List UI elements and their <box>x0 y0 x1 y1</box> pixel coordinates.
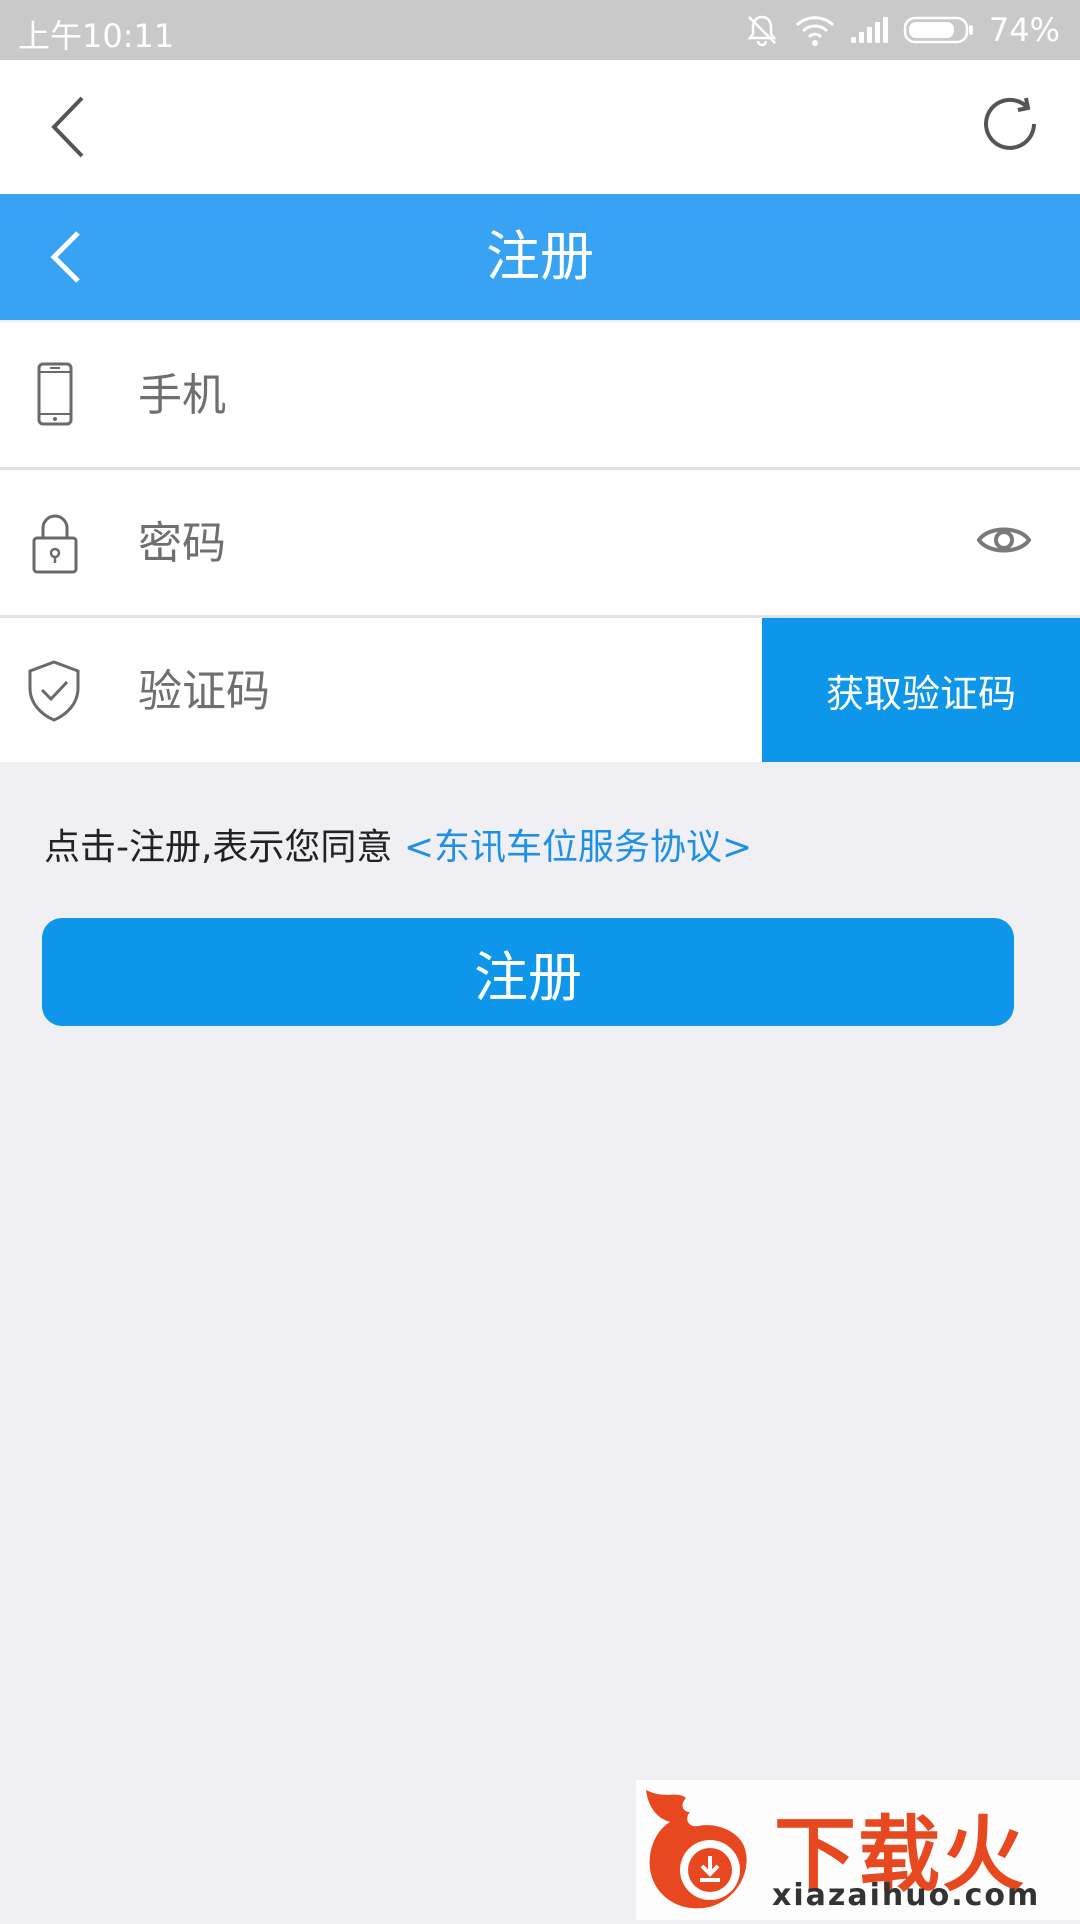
verification-code-input[interactable] <box>136 654 740 728</box>
agreement-prefix: 点击-注册,表示您同意 <box>44 827 404 868</box>
phone-icon <box>24 362 84 428</box>
eye-icon[interactable] <box>976 520 1032 560</box>
signal-icon <box>849 15 889 45</box>
battery-percentage: 74% <box>988 11 1060 49</box>
phone-row <box>0 322 1080 470</box>
bell-off-icon <box>743 11 781 49</box>
password-input[interactable] <box>136 506 780 580</box>
app-header: 注册 <box>0 194 1080 320</box>
flame-logo-icon <box>636 1780 776 1920</box>
shield-check-icon <box>24 658 84 724</box>
verification-code-row: 获取验证码 <box>0 618 1080 762</box>
battery-icon <box>903 15 975 45</box>
page-title: 注册 <box>486 225 594 288</box>
password-row <box>0 470 1080 618</box>
status-icons: 74% <box>743 0 1060 60</box>
browser-toolbar <box>0 60 1080 194</box>
watermark: 下载火 xiazaihuo.com <box>636 1780 1080 1920</box>
refresh-icon[interactable] <box>980 96 1044 160</box>
get-verification-code-button[interactable]: 获取验证码 <box>762 618 1080 762</box>
service-agreement-link[interactable]: <东讯车位服务协议> <box>404 827 752 868</box>
chevron-left-icon[interactable] <box>40 94 100 160</box>
status-time: 上午10:11 <box>18 17 175 55</box>
phone-input[interactable] <box>136 358 780 432</box>
agreement-text: 点击-注册,表示您同意 <东讯车位服务协议> <box>44 818 752 870</box>
status-bar: 上午10:11 74% <box>0 0 1080 60</box>
lock-icon <box>24 510 84 576</box>
register-button[interactable]: 注册 <box>42 918 1014 1026</box>
watermark-url: xiazaihuo.com <box>772 1878 1041 1913</box>
wifi-icon <box>795 13 835 47</box>
